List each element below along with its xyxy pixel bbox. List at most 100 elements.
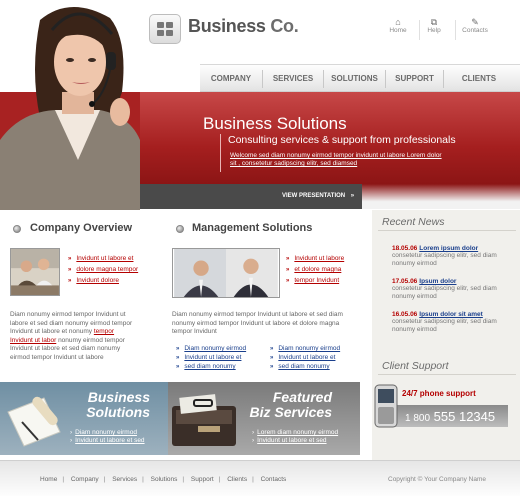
management-sub-link[interactable]: sed diam nonumy (184, 363, 235, 370)
news-date: 17.05.06 (392, 278, 418, 285)
news-headline-link[interactable]: Ipsum dolor sit amet (419, 311, 483, 318)
company-overview-text: Diam nonumy eirmod tempor Invidunt ut la… (10, 311, 138, 362)
management-sub-link[interactable]: Invidunt ut labore et (278, 354, 335, 361)
top-link-contacts-label: Contacts (462, 27, 488, 34)
list-item[interactable]: » Invidunt ut labore et (270, 353, 340, 362)
news-headline-link[interactable]: Lorem ipsum dolor (419, 245, 478, 252)
top-link-contacts[interactable]: ✎ Contacts (453, 17, 497, 34)
news-item[interactable]: 17.05.06 Ipsum dolor consetetur sadipsci… (392, 278, 512, 301)
chevron-right-icon: › (70, 429, 73, 436)
management-link[interactable]: et dolore magna (294, 266, 341, 273)
help-icon: ⧉ (430, 17, 438, 27)
double-chevron-right-icon: » (68, 256, 72, 262)
management-sub-link[interactable]: sed diam nonumy (278, 363, 329, 370)
chevron-right-icon: › (70, 437, 73, 444)
company-overview-title: Company Overview (30, 222, 133, 234)
management-sub-link[interactable]: Invidunt ut labore et (184, 354, 241, 361)
list-item[interactable]: » sed diam nonumy (176, 362, 246, 371)
banner-subtitle: Consulting services & support from profe… (228, 134, 456, 146)
business-box-link[interactable]: Diam nonumy eirmod (75, 429, 137, 436)
logo-icon[interactable] (149, 14, 181, 44)
double-chevron-right-icon: » (286, 267, 290, 273)
list-item[interactable]: » Invidunt ut labore (286, 253, 344, 264)
double-chevron-right-icon: » (270, 346, 274, 352)
footer-link-services[interactable]: Services (112, 476, 137, 483)
nav-item-services[interactable]: SERVICES (263, 65, 323, 93)
list-item[interactable]: » dolore magna tempor (68, 264, 138, 275)
featured-services-title: Featured Biz Services (232, 390, 333, 420)
double-chevron-right-icon: » (286, 278, 290, 284)
list-item[interactable]: » Invidunt ut labore et (68, 253, 138, 264)
list-item[interactable]: » Diam nonumy eirmod (270, 344, 340, 353)
divider: | (252, 476, 254, 483)
support-phone-number[interactable]: 1 800 555 12345 (405, 409, 495, 424)
list-item[interactable]: » Diam nonumy eirmod (176, 344, 246, 353)
management-link[interactable]: tempor Invidunt (294, 277, 339, 284)
list-item[interactable]: › Invidunt ut labore et sed (252, 437, 338, 445)
section-bullet-icon (13, 225, 21, 233)
featured-services-links: › Lorem diam nonumy eirmod › Invidunt ut l… (252, 429, 338, 445)
management-solutions-text: Diam nonumy eirmod tempor Invidunt ut la… (172, 311, 343, 335)
support-phone-main: 555 12345 (433, 409, 496, 424)
divider: | (103, 476, 106, 483)
featured-box-link[interactable]: Invidunt ut labore et sed (257, 437, 326, 444)
management-link[interactable]: Invidunt ut labore (294, 255, 344, 262)
nav-item-clients[interactable]: CLIENTS (444, 65, 514, 93)
section-bullet-icon (176, 225, 184, 233)
banner-welcome-link[interactable]: Welcome sed diam nonumy eirmod tempor in… (230, 152, 442, 168)
list-item[interactable]: » et dolore magna (286, 264, 344, 275)
banner-divider (220, 134, 221, 172)
news-item[interactable]: 16.05.06 Ipsum dolor sit amet consetetur… (392, 311, 512, 334)
news-body: consetetur sadipscing elitr, sed diam no… (392, 252, 497, 267)
main-nav: COMPANY SERVICES SOLUTIONS SUPPORT CLIEN… (200, 64, 520, 92)
management-sub-link[interactable]: Diam nonumy eirmod (278, 345, 340, 352)
nav-item-company[interactable]: COMPANY (200, 65, 262, 93)
footer-link-support[interactable]: Support (191, 476, 214, 483)
business-box-link[interactable]: Invidunt ut labore et sed (75, 437, 144, 444)
footer-link-company[interactable]: Company (71, 476, 99, 483)
company-link[interactable]: Invidunt ut labore et (76, 255, 133, 262)
logo-text[interactable]: Business Co. (188, 16, 299, 37)
nav-item-support[interactable]: SUPPORT (386, 65, 443, 93)
recent-news-title: Recent News (382, 216, 445, 228)
footer-link-home[interactable]: Home (40, 476, 57, 483)
divider (378, 230, 516, 231)
list-item[interactable]: › Lorem diam nonumy eirmod (252, 429, 338, 437)
footer-link-clients[interactable]: Clients (227, 476, 247, 483)
news-item[interactable]: 18.05.06 Lorem ipsum dolor consetetur sa… (392, 245, 512, 268)
company-link[interactable]: Invidunt dolore (76, 277, 119, 284)
double-chevron-right-icon: » (68, 267, 72, 273)
company-overview-links: » Invidunt ut labore et » dolore magna tem… (68, 253, 138, 286)
top-link-home-label: Home (389, 27, 407, 34)
footer-link-contacts[interactable]: Contacts (261, 476, 287, 483)
support-phone-prefix: 1 800 (405, 413, 431, 424)
divider (378, 374, 516, 375)
double-chevron-right-icon: » (176, 346, 180, 352)
footer-link-solutions[interactable]: Solutions (151, 476, 178, 483)
list-item[interactable]: » tempor Invidunt (286, 275, 344, 286)
contacts-icon: ✎ (471, 17, 479, 27)
chevron-right-icon: › (252, 437, 255, 444)
support-label: 24/7 phone support (402, 389, 476, 398)
double-chevron-right-icon: » (286, 256, 290, 262)
logo-text-co: Co. (270, 16, 299, 36)
business-solutions-title-1: Business (87, 389, 150, 405)
list-item[interactable]: » sed diam nonumy (270, 362, 340, 371)
featured-box-link[interactable]: Lorem diam nonumy eirmod (257, 429, 338, 436)
nav-item-solutions[interactable]: SOLUTIONS (324, 65, 385, 93)
double-chevron-right-icon: » (176, 355, 180, 361)
briefcase-icon (172, 394, 236, 446)
news-headline-link[interactable]: Ipsum dolor (419, 278, 456, 285)
list-item[interactable]: » Invidunt dolore (68, 275, 138, 286)
list-item[interactable]: › Diam nonumy eirmod (70, 429, 145, 437)
top-link-help[interactable]: ⧉ Help (412, 17, 456, 34)
news-body: consetetur sadipscing elitr, sed diam no… (392, 318, 497, 333)
company-link[interactable]: dolore magna tempor (76, 266, 138, 273)
mobile-phone-icon (374, 384, 398, 428)
view-presentation-button[interactable]: VIEW PRESENTATION » (282, 193, 354, 199)
list-item[interactable]: › Invidunt ut labore et sed (70, 437, 145, 445)
double-chevron-right-icon: » (176, 364, 180, 370)
management-sub-link[interactable]: Diam nonumy eirmod (184, 345, 246, 352)
list-item[interactable]: » Invidunt ut labore et (176, 353, 246, 362)
view-presentation-label: VIEW PRESENTATION (282, 193, 346, 199)
